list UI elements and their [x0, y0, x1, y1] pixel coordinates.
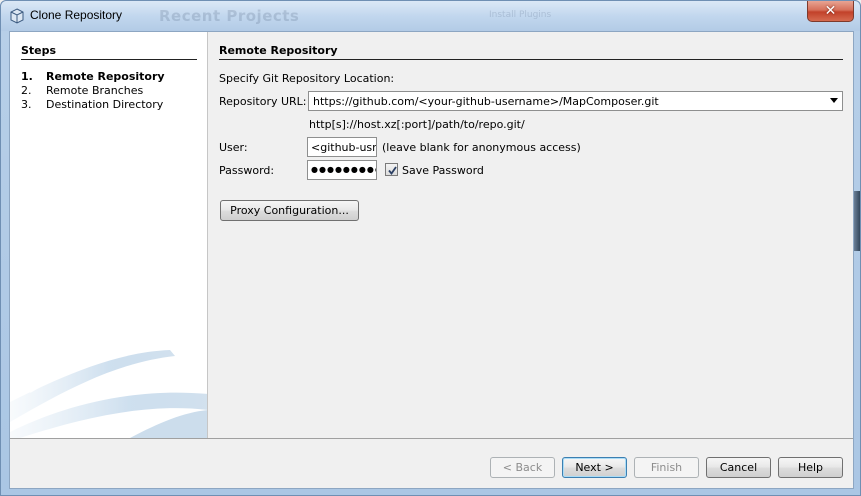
background-window-title: Recent Projects: [159, 7, 300, 25]
step-label: Remote Branches: [46, 84, 144, 97]
remote-repository-panel: Remote Repository Specify Git Repository…: [209, 32, 853, 438]
step-label: Destination Directory: [46, 98, 164, 111]
close-window-button[interactable]: ✕: [807, 1, 854, 22]
next-button[interactable]: Next >: [562, 457, 627, 478]
step-label: Remote Repository: [46, 70, 165, 83]
dialog-window: Recent Projects Install Plugins Clone Re…: [0, 0, 861, 496]
cancel-button[interactable]: Cancel: [706, 457, 771, 478]
dropdown-arrow-icon[interactable]: [830, 98, 838, 103]
proxy-configuration-button[interactable]: Proxy Configuration...: [220, 200, 359, 221]
footer-separator: [10, 438, 853, 439]
steps-heading: Steps: [21, 44, 57, 57]
save-password-checkbox[interactable]: [385, 163, 398, 176]
user-hint: (leave blank for anonymous access): [382, 141, 581, 154]
finish-button[interactable]: Finish: [634, 457, 699, 478]
password-input-value: ●●●●●●●●●: [311, 165, 377, 174]
window-title: Clone Repository: [30, 8, 123, 22]
background-window-subtitle: Install Plugins: [489, 10, 552, 20]
location-label: Specify Git Repository Location:: [219, 72, 395, 85]
save-password-label[interactable]: Save Password: [402, 164, 484, 177]
step-number: 2.: [21, 84, 32, 97]
repository-url-label: Repository URL:: [219, 95, 307, 108]
step-item-remote-branches: 2. Remote Branches: [21, 84, 165, 98]
repository-url-combobox[interactable]: https://github.com/<your-github-username…: [308, 91, 843, 111]
user-input[interactable]: <github-usr>: [307, 137, 377, 157]
window-edge-shadow: [854, 191, 860, 251]
repository-url-value[interactable]: https://github.com/<your-github-username…: [313, 95, 659, 108]
steps-panel: Steps 1. Remote Repository 2. Remote Branc…: [10, 32, 208, 438]
decorative-swoosh-graphic: [10, 341, 207, 438]
password-input[interactable]: ●●●●●●●●●: [307, 160, 377, 180]
checkmark-icon: [388, 166, 397, 175]
panel-heading: Remote Repository: [219, 44, 338, 57]
help-button[interactable]: Help: [778, 457, 843, 478]
dialog-client-area: Steps 1. Remote Repository 2. Remote Branc…: [9, 31, 854, 489]
steps-list: 1. Remote Repository 2. Remote Branches 3.…: [21, 70, 165, 112]
step-item-remote-repository: 1. Remote Repository: [21, 70, 165, 84]
title-bar[interactable]: Recent Projects Install Plugins Clone Re…: [1, 1, 860, 31]
user-input-value: <github-usr>: [311, 141, 377, 154]
user-label: User:: [219, 141, 248, 154]
close-icon: ✕: [824, 3, 837, 19]
step-number: 1.: [21, 70, 33, 83]
step-item-destination-directory: 3. Destination Directory: [21, 98, 165, 112]
steps-divider: [21, 59, 197, 60]
password-label: Password:: [219, 164, 275, 177]
cube-app-icon: [10, 8, 24, 24]
panel-divider: [219, 59, 843, 60]
url-format-hint: http[s]://host.xz[:port]/path/to/repo.gi…: [309, 118, 525, 131]
back-button[interactable]: < Back: [490, 457, 555, 478]
step-number: 3.: [21, 98, 32, 111]
